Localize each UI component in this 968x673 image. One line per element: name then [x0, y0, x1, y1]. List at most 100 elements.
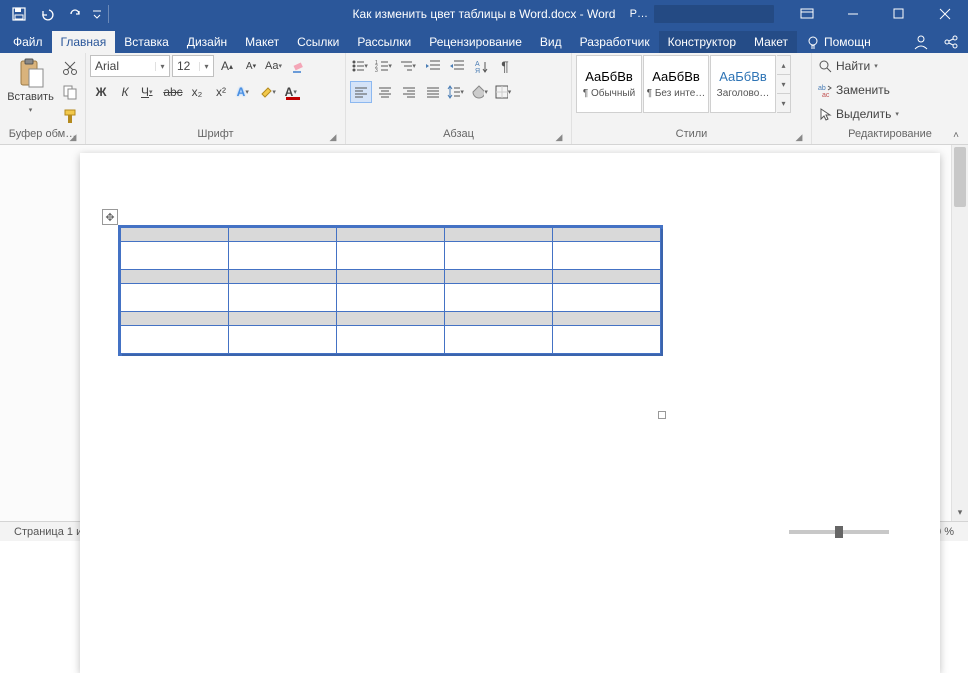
font-launcher[interactable]: ◢ — [327, 131, 339, 143]
document-name: Как изменить цвет таблицы в Word.docx — [353, 7, 577, 21]
styles-launcher[interactable]: ◢ — [793, 131, 805, 143]
group-editing: Найти▾ abacЗаменить Выделить▾ Редактиров… — [812, 53, 968, 144]
bold-button[interactable]: Ж — [90, 81, 112, 103]
paragraph-launcher[interactable]: ◢ — [553, 131, 565, 143]
table-resize-handle[interactable] — [658, 411, 666, 419]
styles-gallery-more[interactable]: ▴▾▾ — [777, 55, 791, 113]
increase-indent-button[interactable] — [446, 55, 468, 77]
style-heading1[interactable]: АаБбВвЗаголово… — [710, 55, 776, 113]
minimize-button[interactable] — [830, 0, 876, 28]
copy-button[interactable] — [59, 81, 81, 103]
tab-references[interactable]: Ссылки — [288, 31, 348, 53]
tab-insert[interactable]: Вставка — [115, 31, 178, 53]
ribbon-options-button[interactable] — [784, 0, 830, 28]
tab-review[interactable]: Рецензирование — [420, 31, 531, 53]
tab-home[interactable]: Главная — [52, 31, 116, 53]
paste-button[interactable]: Вставить ▾ — [4, 55, 57, 117]
multilevel-list-button[interactable]: ▾ — [398, 55, 420, 77]
subscript-button[interactable]: x₂ — [186, 81, 208, 103]
shrink-font-button[interactable]: A▾ — [240, 55, 262, 77]
tell-me[interactable]: Помощн — [797, 31, 880, 53]
vertical-scrollbar[interactable]: ▾ — [951, 145, 968, 521]
table-move-handle[interactable]: ✥ — [102, 209, 118, 225]
borders-button[interactable]: ▾ — [494, 81, 516, 103]
replace-icon: abac — [818, 83, 832, 97]
format-painter-button[interactable] — [59, 105, 81, 127]
style-no-spacing[interactable]: АаБбВв¶ Без инте… — [643, 55, 709, 113]
quick-access-toolbar — [0, 2, 111, 26]
zoom-handle[interactable] — [835, 526, 843, 538]
ribbon: Вставить ▾ Буфер обм…◢ Arial▾ 12▾ A▴ A▾ … — [0, 53, 968, 145]
clipboard-launcher[interactable]: ◢ — [67, 131, 79, 143]
show-marks-button[interactable]: ¶ — [494, 55, 516, 77]
qat-customize-button[interactable] — [90, 2, 104, 26]
style-normal[interactable]: АаБбВв¶ Обычный — [576, 55, 642, 113]
undo-button[interactable] — [34, 2, 60, 26]
align-left-button[interactable] — [350, 81, 372, 103]
clear-formatting-button[interactable] — [288, 55, 310, 77]
select-button[interactable]: Выделить▾ — [816, 103, 905, 125]
close-button[interactable] — [922, 0, 968, 28]
user-account[interactable] — [654, 5, 774, 23]
change-case-button[interactable]: Aa▾ — [264, 55, 286, 77]
group-paragraph: ▾ 123▾ ▾ AЯ ¶ ▾ ▾ ▾ Абзац◢ — [346, 53, 572, 144]
ribbon-tabs: Файл Главная Вставка Дизайн Макет Ссылки… — [0, 28, 968, 53]
replace-button[interactable]: abacЗаменить — [816, 79, 892, 101]
strikethrough-button[interactable]: abc — [162, 81, 184, 103]
tab-file[interactable]: Файл — [4, 31, 52, 53]
table[interactable] — [118, 225, 663, 356]
text-effects-button[interactable]: A▾ — [234, 81, 256, 103]
cursor-icon — [818, 107, 832, 121]
decrease-indent-button[interactable] — [422, 55, 444, 77]
group-font: Arial▾ 12▾ A▴ A▾ Aa▾ Ж К Ч▾ abc x₂ x² A▾… — [86, 53, 346, 144]
font-color-button[interactable]: A▾ — [282, 81, 304, 103]
qat-separator — [108, 5, 109, 23]
tab-design[interactable]: Дизайн — [178, 31, 236, 53]
sort-button[interactable]: AЯ — [470, 55, 492, 77]
svg-text:ac: ac — [822, 92, 830, 97]
underline-button[interactable]: Ч▾ — [138, 81, 160, 103]
justify-button[interactable] — [422, 81, 444, 103]
document-area: ✥ ▾ — [0, 145, 968, 521]
save-button[interactable] — [6, 2, 32, 26]
align-right-button[interactable] — [398, 81, 420, 103]
tab-layout[interactable]: Макет — [236, 31, 288, 53]
font-size-combo[interactable]: 12▾ — [172, 55, 214, 77]
line-spacing-button[interactable]: ▾ — [446, 81, 468, 103]
tab-table-design[interactable]: Конструктор — [659, 31, 745, 53]
highlight-button[interactable]: ▾ — [258, 81, 280, 103]
grow-font-button[interactable]: A▴ — [216, 55, 238, 77]
cut-button[interactable] — [59, 57, 81, 79]
title-right: Р… — [630, 0, 968, 28]
svg-text:3: 3 — [375, 68, 378, 73]
find-button[interactable]: Найти▾ — [816, 55, 884, 77]
shading-button[interactable]: ▾ — [470, 81, 492, 103]
scroll-down-button[interactable]: ▾ — [952, 504, 968, 521]
redo-button[interactable] — [62, 2, 88, 26]
tab-developer[interactable]: Разработчик — [571, 31, 659, 53]
svg-text:ab: ab — [818, 85, 826, 92]
styles-gallery[interactable]: АаБбВв¶ Обычный АаБбВв¶ Без инте… АаБбВв… — [576, 55, 791, 113]
zoom-slider[interactable] — [789, 530, 889, 534]
tab-mailings[interactable]: Рассылки — [348, 31, 420, 53]
italic-button[interactable]: К — [114, 81, 136, 103]
clipboard-icon — [15, 57, 47, 89]
group-clipboard: Вставить ▾ Буфер обм…◢ — [0, 53, 86, 144]
svg-text:Я: Я — [475, 68, 480, 73]
search-icon — [818, 59, 832, 73]
tab-table-layout[interactable]: Макет — [745, 31, 797, 53]
window-title: Как изменить цвет таблицы в Word.docx - … — [353, 7, 616, 21]
numbering-button[interactable]: 123▾ — [374, 55, 396, 77]
svg-text:A: A — [475, 61, 480, 68]
maximize-button[interactable] — [876, 0, 922, 28]
bullets-button[interactable]: ▾ — [350, 55, 372, 77]
tab-view[interactable]: Вид — [531, 31, 571, 53]
scrollbar-thumb[interactable] — [954, 147, 966, 207]
collapse-ribbon-button[interactable]: ˄ — [948, 128, 964, 142]
user-initial: Р… — [630, 8, 648, 20]
account-icon[interactable] — [910, 31, 932, 53]
align-center-button[interactable] — [374, 81, 396, 103]
share-button[interactable] — [940, 31, 962, 53]
font-name-combo[interactable]: Arial▾ — [90, 55, 170, 77]
superscript-button[interactable]: x² — [210, 81, 232, 103]
